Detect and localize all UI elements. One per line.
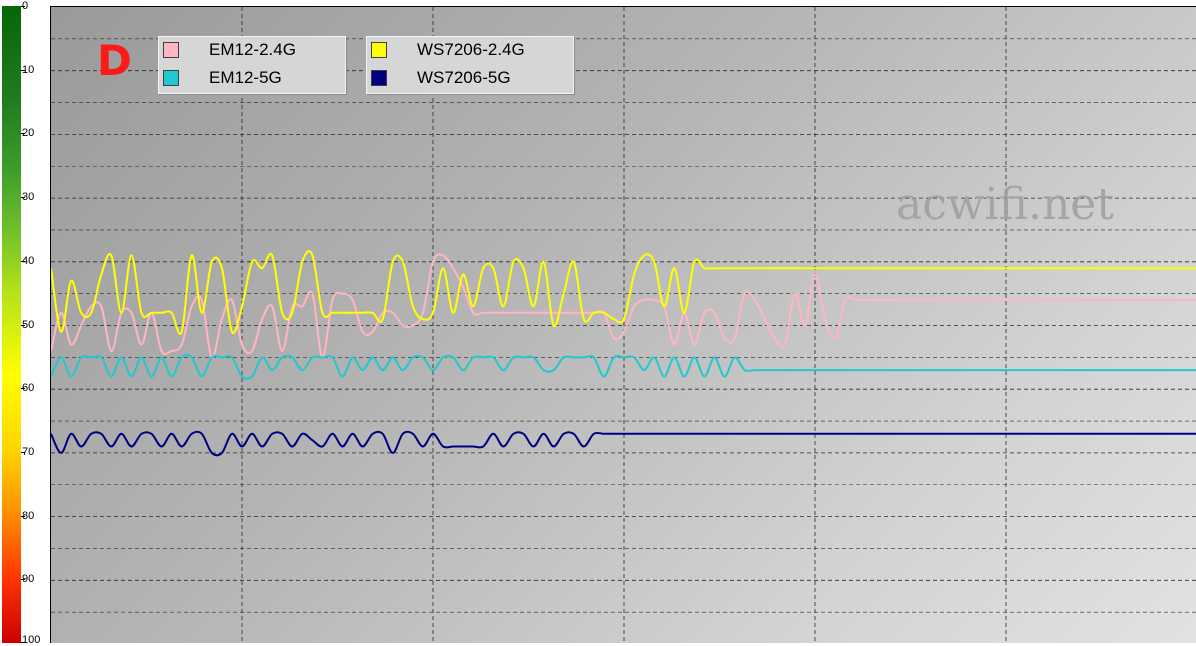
y-tick-mark	[21, 197, 25, 199]
legend-swatch	[163, 42, 179, 58]
legend-item-em12-24g[interactable]: EM12-2.4G	[159, 39, 345, 61]
y-tick-mark	[21, 69, 25, 71]
y-tick-label: 90	[22, 573, 35, 586]
legend-label: WS7206-2.4G	[417, 40, 525, 59]
y-tick-mark	[21, 579, 25, 581]
y-tick-label: 0	[22, 0, 29, 12]
plot-area	[50, 6, 1196, 643]
y-tick-label: 80	[22, 509, 35, 522]
y-tick-mark	[21, 133, 25, 135]
grid-layer	[51, 7, 1196, 643]
y-tick-mark	[21, 324, 25, 326]
series-line-ws7206-2-4g	[51, 250, 1196, 335]
legend-item-em12-5g[interactable]: EM12-5G	[159, 67, 345, 89]
series-layer	[51, 250, 1196, 457]
legend-swatch	[371, 70, 387, 86]
y-tick-label: 70	[22, 445, 35, 458]
y-tick-mark	[21, 388, 25, 390]
y-tick-label: 60	[22, 382, 35, 395]
legend-item-ws7206-5g[interactable]: WS7206-5G	[367, 67, 573, 89]
series-line-em12-5g	[51, 354, 1196, 380]
legend-label: EM12-2.4G	[209, 40, 296, 59]
watermark: acwifi.net	[896, 179, 1115, 230]
chart-svg	[51, 7, 1196, 643]
legend-box-left: EM12-2.4G EM12-5G	[158, 36, 346, 94]
legend-item-ws7206-24g[interactable]: WS7206-2.4G	[367, 39, 573, 61]
y-tick-label: 40	[22, 254, 35, 267]
series-line-ws7206-5g	[51, 430, 1196, 457]
y-tick-label: 100	[22, 634, 41, 646]
panel-letter: D	[97, 36, 132, 85]
y-tick-label: 30	[22, 191, 35, 204]
legend-swatch	[163, 70, 179, 86]
legend-label: EM12-5G	[209, 68, 282, 87]
y-tick-mark	[21, 260, 25, 262]
signal-color-scale	[2, 6, 21, 643]
y-tick-mark	[21, 451, 25, 453]
legend-box-right: WS7206-2.4G WS7206-5G	[366, 36, 574, 94]
legend-swatch	[371, 42, 387, 58]
y-tick-mark	[21, 6, 25, 7]
legend-label: WS7206-5G	[417, 68, 511, 87]
y-tick-label: 20	[22, 127, 35, 140]
y-tick-label: 50	[22, 318, 35, 331]
y-tick-label: 10	[22, 63, 35, 76]
y-tick-mark	[21, 515, 25, 517]
